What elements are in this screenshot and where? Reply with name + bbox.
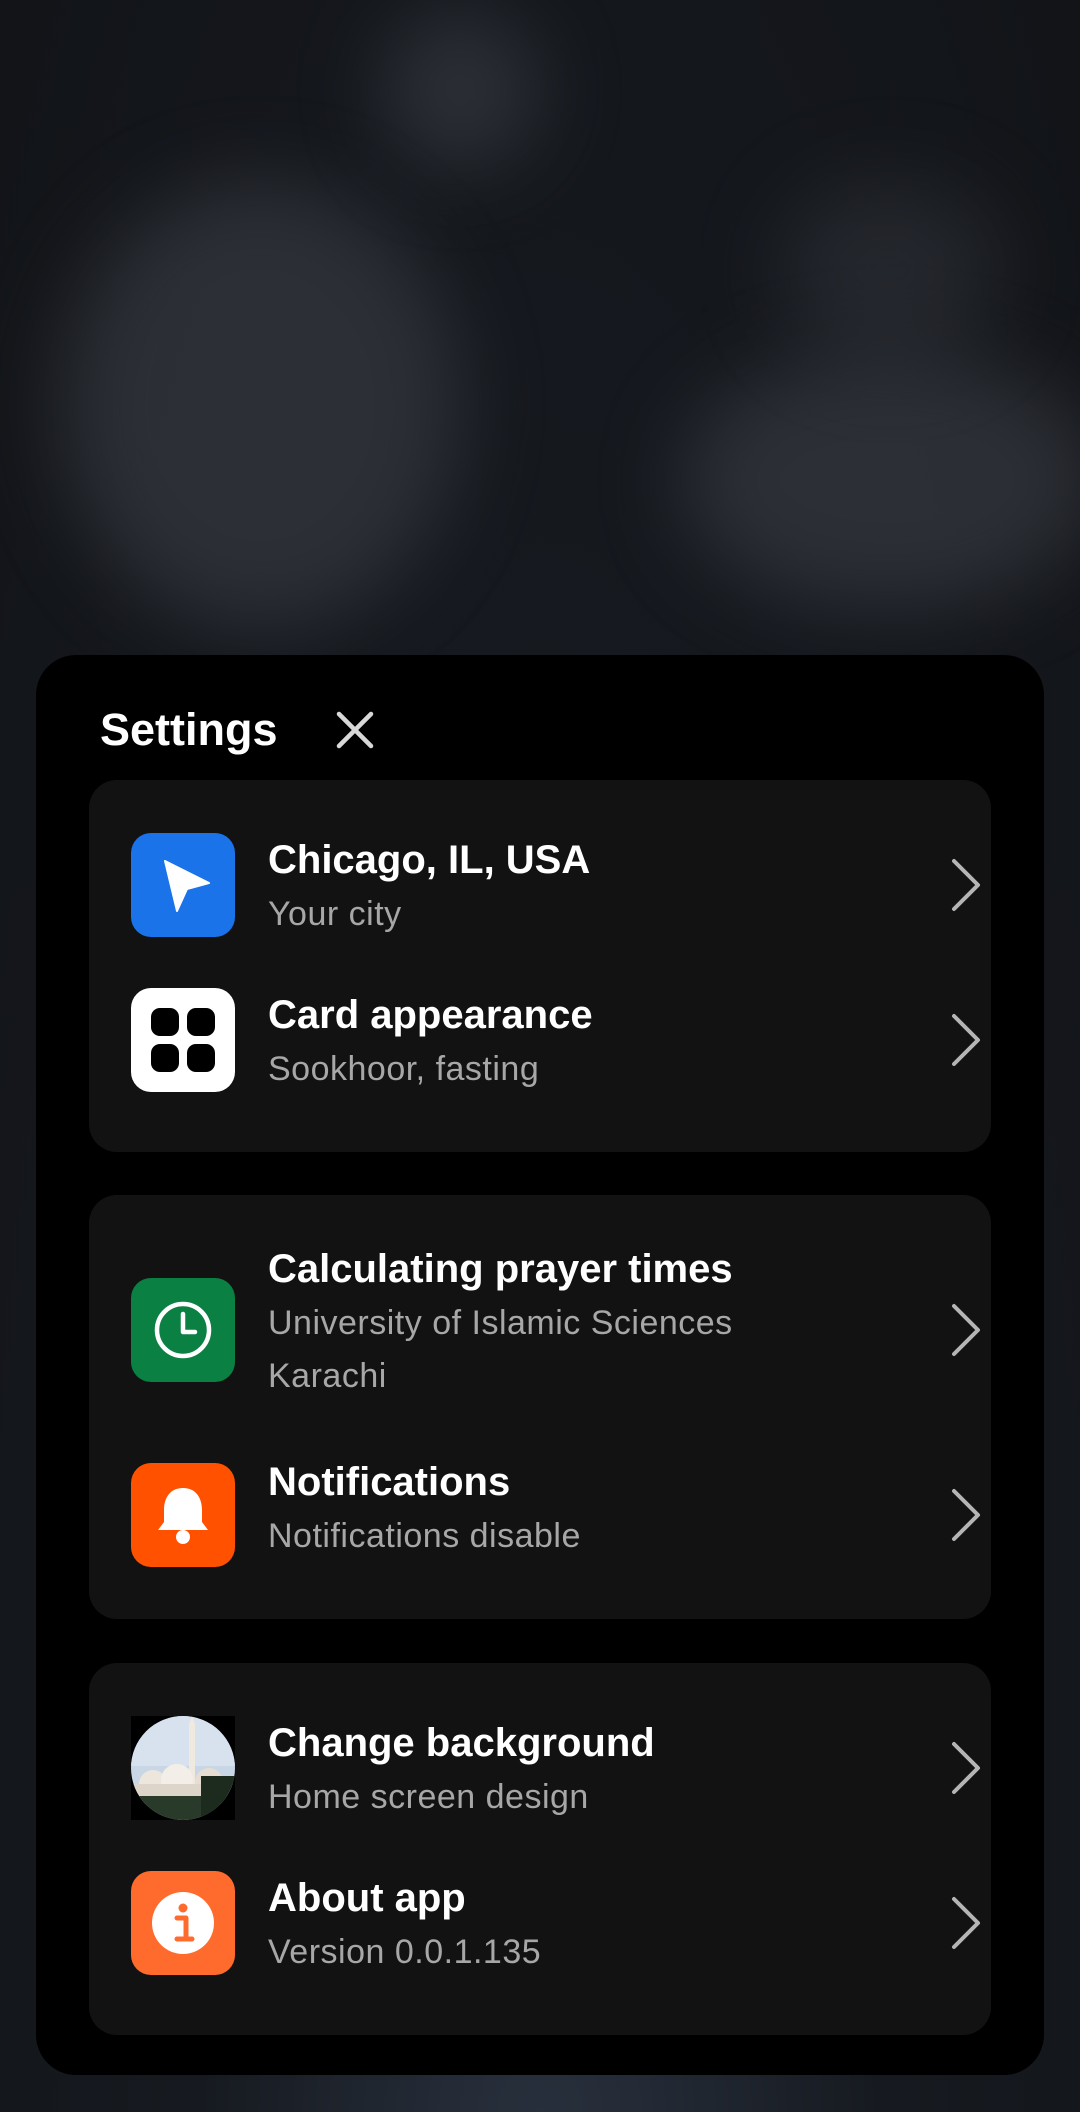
notifications-row[interactable]: Notifications Notifications disable xyxy=(89,1440,991,1590)
prayer-notifications-group: Calculating prayer times University of I… xyxy=(89,1195,991,1619)
background-about-group: Change background Home screen design Abo… xyxy=(89,1663,991,2035)
clock-icon xyxy=(131,1278,235,1382)
card-appearance-row[interactable]: Card appearance Sookhoor, fasting xyxy=(89,965,991,1115)
grid-icon xyxy=(131,988,235,1092)
prayer-times-subtitle: University of Islamic Sciences Karachi xyxy=(268,1304,733,1395)
settings-title: Settings xyxy=(100,704,278,755)
chevron-right-icon xyxy=(952,1014,980,1066)
about-app-title: About app xyxy=(268,1876,466,1920)
about-app-row[interactable]: About app Version 0.0.1.135 xyxy=(89,1848,991,1998)
change-background-row[interactable]: Change background Home screen design xyxy=(89,1693,991,1843)
card-appearance-title: Card appearance xyxy=(268,993,593,1037)
chevron-right-icon xyxy=(952,1489,980,1541)
city-row[interactable]: Chicago, IL, USA Your city xyxy=(89,810,991,960)
notifications-title: Notifications xyxy=(268,1460,511,1504)
chevron-right-icon xyxy=(952,1304,980,1356)
close-button[interactable] xyxy=(320,695,390,765)
about-app-subtitle: Version 0.0.1.135 xyxy=(268,1933,542,1971)
prayer-times-row[interactable]: Calculating prayer times University of I… xyxy=(89,1225,991,1435)
chevron-right-icon xyxy=(952,1897,980,1949)
mosque-thumbnail xyxy=(131,1716,235,1820)
chevron-right-icon xyxy=(952,1742,980,1794)
close-icon xyxy=(336,711,374,749)
city-title: Chicago, IL, USA xyxy=(268,838,591,882)
location-appearance-group: Chicago, IL, USA Your city Card appearan… xyxy=(89,780,991,1152)
chevron-right-icon xyxy=(952,859,980,911)
settings-header: Settings xyxy=(100,695,278,765)
prayer-times-title: Calculating prayer times xyxy=(268,1247,733,1291)
card-appearance-subtitle: Sookhoor, fasting xyxy=(268,1050,540,1088)
city-subtitle: Your city xyxy=(268,895,402,933)
notifications-subtitle: Notifications disable xyxy=(268,1517,581,1555)
change-background-subtitle: Home screen design xyxy=(268,1778,589,1816)
bell-icon xyxy=(131,1463,235,1567)
info-icon xyxy=(131,1871,235,1975)
change-background-title: Change background xyxy=(268,1721,655,1765)
settings-sheet: Settings Chicago, IL, USA Your city Card… xyxy=(36,655,1044,2075)
location-arrow-icon xyxy=(131,833,235,937)
